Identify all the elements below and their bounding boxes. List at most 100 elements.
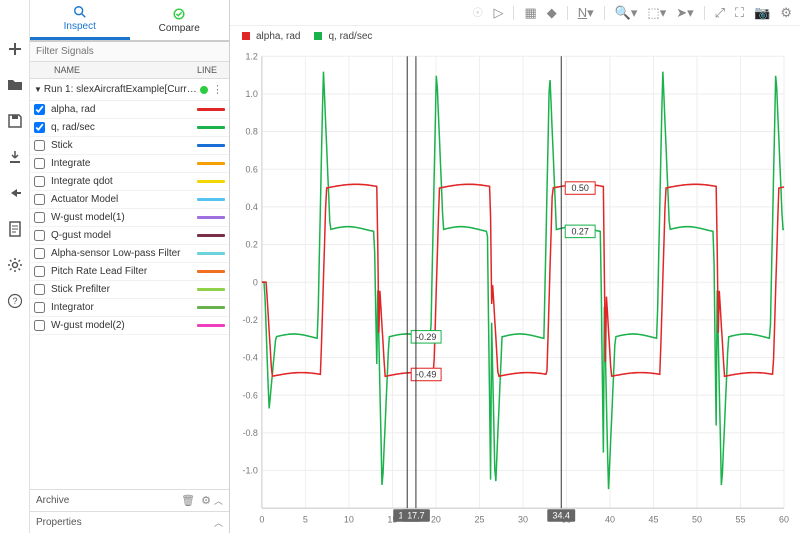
svg-text:0.4: 0.4: [245, 202, 257, 212]
chevron-up-icon: ︿: [214, 494, 223, 507]
signal-row[interactable]: W-gust model(1): [30, 209, 229, 227]
signal-checkbox[interactable]: [34, 302, 45, 313]
svg-text:10: 10: [344, 515, 354, 525]
plot-toolbar: ☉ ▷ ▦ ◆ N▾ 🔍▾ ⬚▾ ➤▾ ⤢ ⛶ 📷 ⚙: [230, 0, 800, 26]
signal-checkbox[interactable]: [34, 140, 45, 151]
layout-grid-icon[interactable]: ▦: [524, 5, 536, 21]
plot-canvas[interactable]: 051015202530354045505560-1.0-0.8-0.6-0.4…: [232, 50, 790, 529]
expand-icon[interactable]: ⤢: [715, 5, 725, 21]
archive-gear-icon[interactable]: ⚙: [198, 494, 214, 507]
signal-name: W-gust model(2): [51, 320, 197, 331]
signal-color-swatch: [197, 180, 225, 183]
cursor-mode-icon[interactable]: N▾: [578, 5, 594, 21]
signal-row[interactable]: q, rad/sec: [30, 119, 229, 137]
svg-text:45: 45: [649, 515, 659, 525]
help-icon[interactable]: ?: [6, 292, 24, 310]
snapshot-icon[interactable]: 📷: [754, 5, 770, 21]
svg-text:-0.2: -0.2: [242, 315, 257, 325]
svg-text:25: 25: [474, 515, 484, 525]
svg-text:-1.0: -1.0: [242, 465, 257, 475]
report-icon[interactable]: [6, 220, 24, 238]
archive-section[interactable]: Archive 🗑 ⚙ ︿: [30, 489, 229, 511]
signal-row[interactable]: Stick Prefilter: [30, 281, 229, 299]
signal-checkbox[interactable]: [34, 158, 45, 169]
play-icon[interactable]: ▷: [493, 5, 503, 21]
signal-color-swatch: [197, 144, 225, 147]
signal-name: Stick: [51, 140, 197, 151]
svg-text:34.4: 34.4: [553, 510, 570, 520]
legend-label: alpha, rad: [256, 31, 300, 42]
svg-text:17.7: 17.7: [407, 510, 424, 520]
signal-checkbox[interactable]: [34, 284, 45, 295]
col-name: NAME: [54, 65, 189, 75]
svg-text:40: 40: [605, 515, 615, 525]
signal-color-swatch: [197, 306, 225, 309]
signal-row[interactable]: Stick: [30, 137, 229, 155]
signal-checkbox[interactable]: [34, 194, 45, 205]
open-folder-icon[interactable]: [6, 76, 24, 94]
svg-text:0.50: 0.50: [571, 183, 588, 193]
signal-color-swatch: [197, 162, 225, 165]
svg-text:-0.29: -0.29: [416, 332, 436, 342]
legend-label: q, rad/sec: [328, 31, 372, 42]
zoom-icon[interactable]: 🔍▾: [615, 5, 638, 21]
signal-row[interactable]: Alpha-sensor Low-pass Filter: [30, 245, 229, 263]
signal-name: alpha, rad: [51, 104, 197, 115]
tab-compare[interactable]: Compare: [130, 0, 230, 40]
pointer-icon[interactable]: ➤▾: [676, 5, 693, 21]
signal-row[interactable]: W-gust model(2): [30, 317, 229, 335]
signal-color-swatch: [197, 216, 225, 219]
tab-inspect[interactable]: Inspect: [30, 0, 130, 40]
signal-checkbox[interactable]: [34, 122, 45, 133]
signal-panel: Inspect Compare NAME LINE ▼ Run 1: slexA…: [30, 0, 230, 533]
signal-name: Integrate: [51, 158, 197, 169]
svg-text:?: ?: [12, 296, 17, 306]
tab-label: Inspect: [64, 21, 96, 32]
filter-input[interactable]: [30, 42, 229, 62]
signal-list: alpha, rad q, rad/sec Stick Integrate Integr…: [30, 101, 229, 335]
archive-delete-icon[interactable]: 🗑: [178, 494, 198, 507]
signal-name: Stick Prefilter: [51, 284, 197, 295]
fit-icon[interactable]: ⛶: [735, 5, 744, 21]
signal-checkbox[interactable]: [34, 320, 45, 331]
signal-color-swatch: [197, 198, 225, 201]
add-icon[interactable]: [6, 40, 24, 58]
caret-down-icon: ▼: [34, 85, 42, 94]
export-icon[interactable]: [6, 184, 24, 202]
run-more-icon[interactable]: ⋮: [210, 83, 225, 96]
save-icon[interactable]: [6, 112, 24, 130]
left-toolbar: ?: [0, 0, 30, 533]
settings-icon[interactable]: [6, 256, 24, 274]
properties-label: Properties: [36, 517, 82, 528]
properties-section[interactable]: Properties ︿: [30, 511, 229, 533]
svg-text:60: 60: [779, 515, 789, 525]
signal-row[interactable]: Q-gust model: [30, 227, 229, 245]
run-row[interactable]: ▼ Run 1: slexAircraftExample[Current] ⋮: [30, 79, 229, 101]
signal-checkbox[interactable]: [34, 212, 45, 223]
svg-text:0.2: 0.2: [245, 240, 257, 250]
signal-checkbox[interactable]: [34, 248, 45, 259]
signal-color-swatch: [197, 324, 225, 327]
tab-label: Compare: [159, 23, 200, 34]
signal-checkbox[interactable]: [34, 176, 45, 187]
signal-row[interactable]: alpha, rad: [30, 101, 229, 119]
signal-color-swatch: [197, 252, 225, 255]
legend-swatch: [314, 32, 322, 40]
plot-settings-icon[interactable]: ⚙: [780, 5, 792, 21]
signal-row[interactable]: Integrator: [30, 299, 229, 317]
signal-row[interactable]: Integrate: [30, 155, 229, 173]
signal-row[interactable]: Pitch Rate Lead Filter: [30, 263, 229, 281]
signal-row[interactable]: Integrate qdot: [30, 173, 229, 191]
panel-tabs: Inspect Compare: [30, 0, 229, 42]
signal-row[interactable]: Actuator Model: [30, 191, 229, 209]
signal-checkbox[interactable]: [34, 230, 45, 241]
clear-icon[interactable]: ◆: [547, 5, 557, 21]
signal-checkbox[interactable]: [34, 104, 45, 115]
signal-name: Q-gust model: [51, 230, 197, 241]
signal-checkbox[interactable]: [34, 266, 45, 277]
import-icon[interactable]: [6, 148, 24, 166]
svg-text:-0.6: -0.6: [242, 390, 257, 400]
region-icon[interactable]: ⬚▾: [647, 5, 666, 21]
fingerprint-icon[interactable]: ☉: [472, 5, 484, 21]
col-line: LINE: [189, 65, 225, 75]
